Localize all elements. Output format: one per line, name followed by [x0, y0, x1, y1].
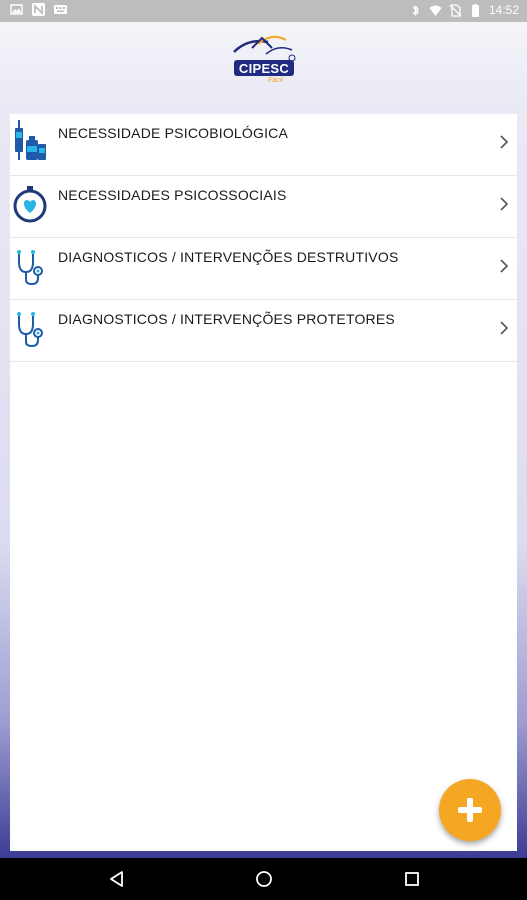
- home-icon[interactable]: [254, 869, 274, 889]
- back-icon[interactable]: [107, 869, 127, 889]
- no-sim-icon: [449, 3, 462, 17]
- logo-graphic: [233, 35, 296, 76]
- logo-text: CIPESC: [238, 61, 290, 76]
- medicine-bottles-icon: [15, 120, 46, 160]
- stopwatch-heart-icon: [13, 186, 47, 223]
- recents-icon[interactable]: [402, 869, 422, 889]
- logo-subtext: Fácil: [268, 77, 283, 84]
- plus-icon: [458, 798, 482, 822]
- menu-item-label: NECESSIDADE PSICOBIOLÓGICA: [58, 125, 289, 141]
- status-bar: 14:52: [0, 0, 527, 22]
- stethoscope-icon: [17, 312, 43, 348]
- menu-list: NECESSIDADE PSICOBIOLÓGICA NECESSIDADES …: [10, 114, 517, 851]
- image-icon: [10, 4, 23, 15]
- status-bar-left: [10, 3, 67, 16]
- chevron-right-icon: [500, 135, 509, 149]
- add-fab-button[interactable]: [439, 779, 501, 841]
- stethoscope-icon: [17, 250, 43, 286]
- status-bar-right: 14:52: [409, 3, 519, 17]
- chevron-right-icon: [500, 259, 509, 273]
- menu-item-psicobiologica[interactable]: NECESSIDADE PSICOBIOLÓGICA: [10, 114, 517, 176]
- system-nav-bar: [0, 858, 527, 900]
- keyboard-icon: [54, 5, 67, 14]
- bluetooth-icon: [412, 4, 419, 16]
- menu-item-psicossociais[interactable]: NECESSIDADES PSICOSSOCIAIS: [10, 176, 517, 238]
- menu-item-label: NECESSIDADES PSICOSSOCIAIS: [58, 187, 287, 203]
- menu-item-label: DIAGNOSTICOS / INTERVENÇÕES DESTRUTIVOS: [58, 249, 399, 265]
- menu-item-diagnosticos-protetores[interactable]: DIAGNOSTICOS / INTERVENÇÕES PROTETORES: [10, 300, 517, 362]
- chevron-right-icon: [500, 321, 509, 335]
- wifi-icon: [429, 5, 442, 16]
- cipesc-logo: CIPESC Fácil: [228, 28, 300, 90]
- menu-item-label: DIAGNOSTICOS / INTERVENÇÕES PROTETORES: [58, 311, 395, 327]
- battery-icon: [471, 3, 479, 17]
- menu-item-diagnosticos-destrutivos[interactable]: DIAGNOSTICOS / INTERVENÇÕES DESTRUTIVOS: [10, 238, 517, 300]
- status-time: 14:52: [488, 3, 519, 17]
- app-screen: CIPESC Fácil NECESSIDADE PSICOBIOLÓGICA: [0, 22, 527, 858]
- chevron-right-icon: [500, 197, 509, 211]
- n-notification-icon: [32, 3, 45, 16]
